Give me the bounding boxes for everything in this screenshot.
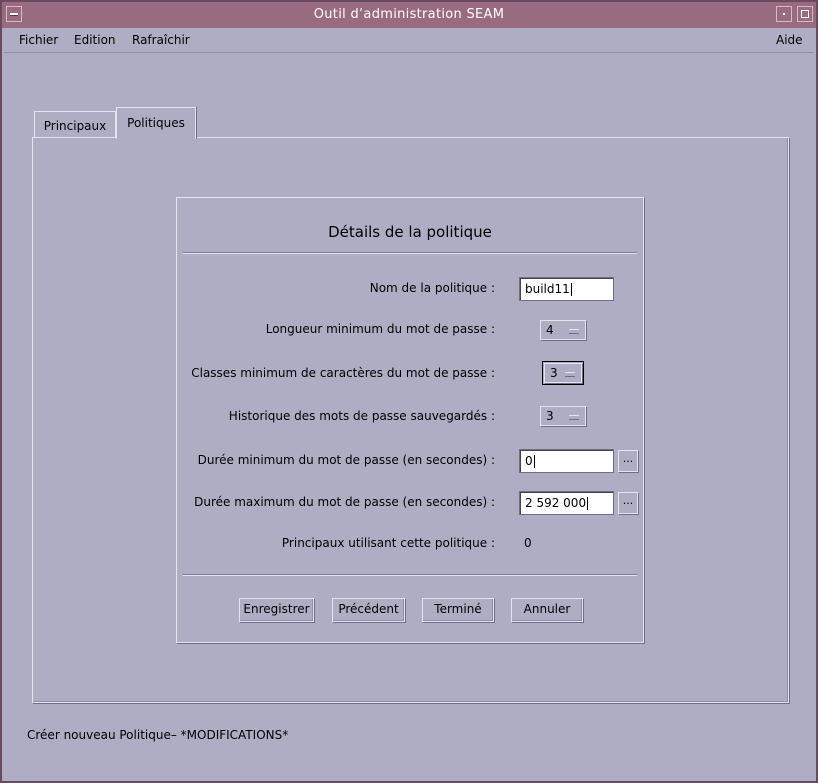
window-title: Outil d’administration SEAM xyxy=(313,7,505,22)
max-duration-label: Durée maximum du mot de passe (en second… xyxy=(194,495,495,509)
tab-politiques-label: Politiques xyxy=(127,116,185,130)
min-classes-select[interactable]: 3 xyxy=(542,361,584,385)
max-duration-value: 2 592 000 xyxy=(525,496,587,510)
top-separator xyxy=(183,252,637,254)
min-length-select[interactable]: 4 xyxy=(540,320,586,340)
status-bar: Créer nouveau Politique– *MODIFICATIONS* xyxy=(27,728,289,742)
tab-principaux-label: Principaux xyxy=(43,119,107,133)
option-menu-icon xyxy=(569,415,579,420)
max-duration-field[interactable]: 2 592 000 xyxy=(519,491,614,515)
done-button[interactable]: Terminé xyxy=(422,598,494,622)
text-cursor xyxy=(587,497,589,510)
text-cursor xyxy=(533,455,535,468)
tab-politiques[interactable]: Politiques xyxy=(116,107,196,139)
save-button[interactable]: Enregistrer xyxy=(239,598,314,622)
policy-name-value: build11 xyxy=(525,282,570,296)
menu-edit[interactable]: Edition xyxy=(74,33,116,47)
cancel-button[interactable]: Annuler xyxy=(511,598,583,622)
panel-title: Détails de la politique xyxy=(328,223,492,241)
history-label: Historique des mots de passe sauvegardés… xyxy=(228,409,495,423)
menu-file[interactable]: Fichier xyxy=(19,33,58,47)
menu-bar: Fichier Edition Rafraîchir Aide xyxy=(4,28,814,53)
min-length-value: 4 xyxy=(546,323,554,337)
option-menu-icon xyxy=(569,329,579,334)
history-select[interactable]: 3 xyxy=(540,406,586,426)
minimize-button[interactable] xyxy=(776,6,792,22)
menu-refresh[interactable]: Rafraîchir xyxy=(132,33,190,47)
tab-principaux[interactable]: Principaux xyxy=(34,111,116,138)
min-duration-browse-button[interactable]: ... xyxy=(618,450,638,472)
min-length-label: Longueur minimum du mot de passe : xyxy=(265,322,495,336)
min-duration-label: Durée minimum du mot de passe (en second… xyxy=(197,453,495,467)
min-classes-label: Classes minimum de caractères du mot de … xyxy=(191,366,495,380)
history-value: 3 xyxy=(546,409,554,423)
previous-button[interactable]: Précédent xyxy=(332,598,405,622)
policy-name-label: Nom de la politique : xyxy=(369,281,495,295)
principals-using-label: Principaux utilisant cette politique : xyxy=(281,536,495,550)
maximize-button[interactable] xyxy=(797,6,813,22)
menu-help[interactable]: Aide xyxy=(776,33,803,47)
principals-using-value: 0 xyxy=(524,536,532,550)
app-window: Outil d’administration SEAM Fichier Edit… xyxy=(0,0,818,783)
text-cursor xyxy=(570,283,572,296)
option-menu-icon xyxy=(565,372,575,377)
max-duration-browse-button[interactable]: ... xyxy=(618,492,638,514)
policy-name-field[interactable]: build11 xyxy=(519,277,614,301)
min-duration-value: 0 xyxy=(525,454,533,468)
title-bar: Outil d’administration SEAM xyxy=(2,2,816,28)
bottom-separator xyxy=(183,574,637,576)
policy-details-panel: Détails de la politique Nom de la politi… xyxy=(176,197,644,643)
min-duration-field[interactable]: 0 xyxy=(519,449,614,473)
min-classes-value: 3 xyxy=(550,366,558,380)
